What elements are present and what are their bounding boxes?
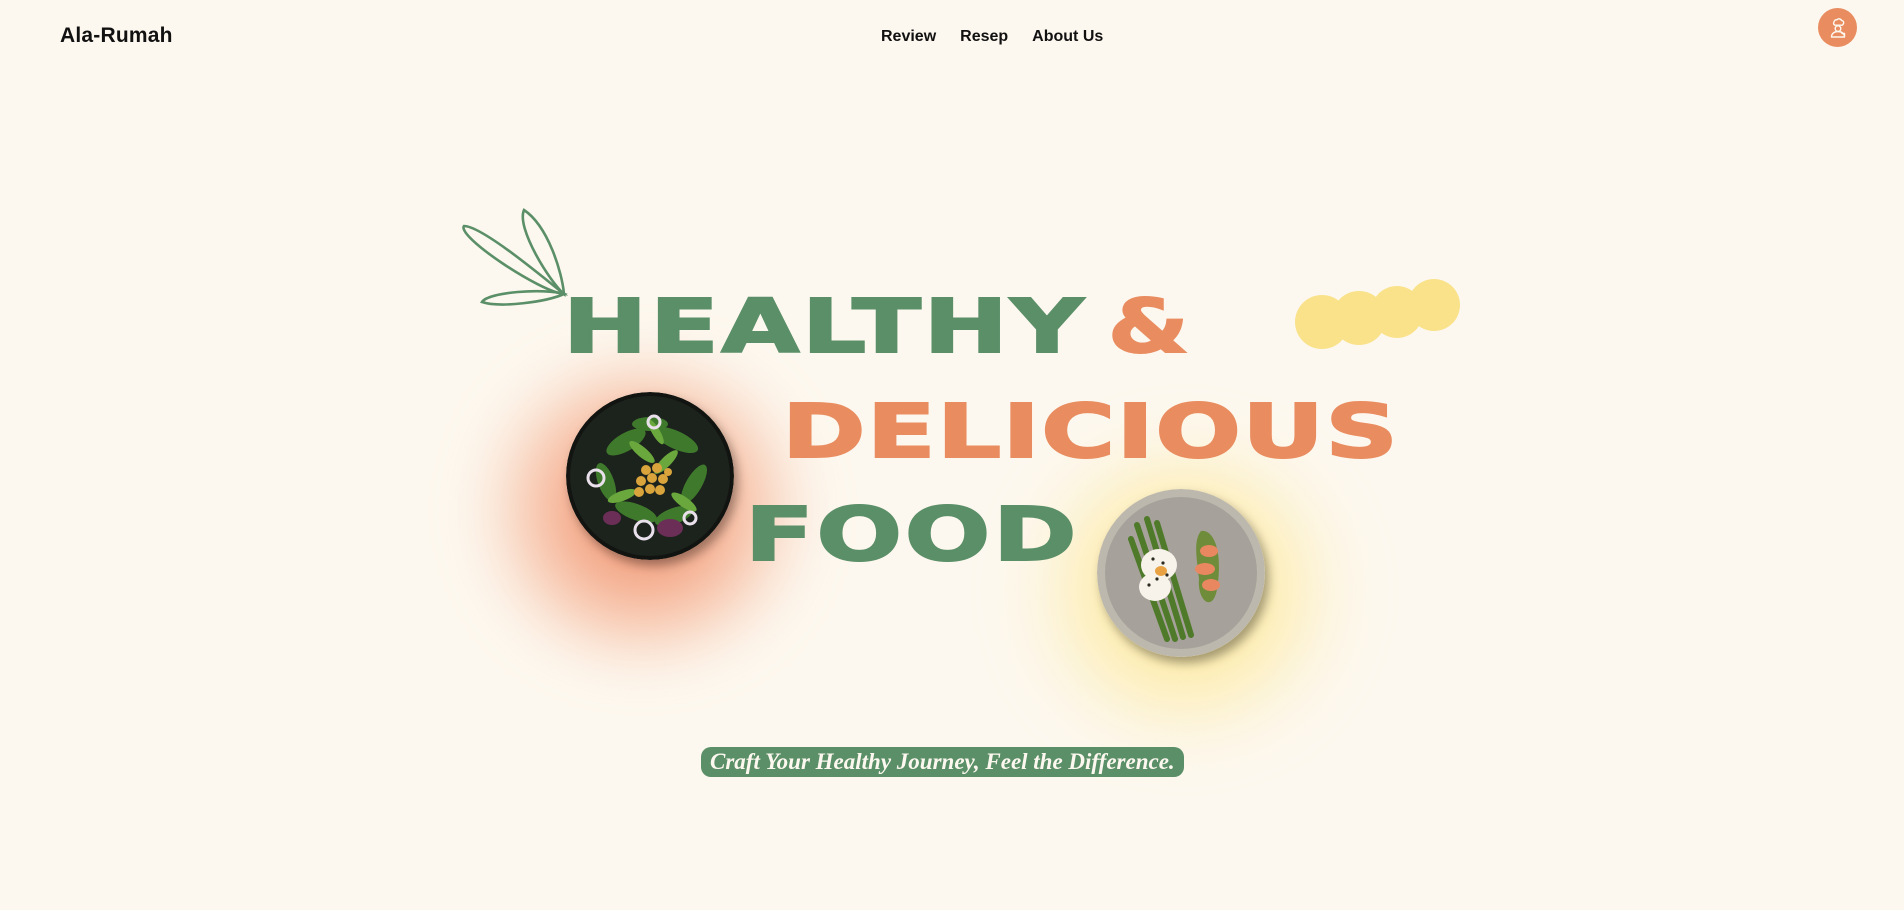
- asparagus-plate-image: [1097, 489, 1265, 657]
- nav-about-us[interactable]: About Us: [1032, 28, 1103, 46]
- headline-ampersand: &: [1107, 284, 1190, 370]
- profile-avatar-button[interactable]: [1818, 8, 1857, 47]
- headline-delicious: DELICIOUS: [781, 389, 1400, 475]
- brand-logo[interactable]: Ala-Rumah: [60, 24, 173, 48]
- leaf-doodle: [462, 208, 569, 306]
- chef-icon: [1830, 17, 1845, 38]
- cloud-shape: [1295, 279, 1460, 349]
- nav-resep[interactable]: Resep: [960, 28, 1008, 46]
- headline-healthy: HEALTHY: [562, 284, 1087, 370]
- nav-review[interactable]: Review: [881, 28, 936, 46]
- headline-food: FOOD: [744, 492, 1080, 578]
- hero-tagline: Craft Your Healthy Journey, Feel the Dif…: [701, 747, 1184, 777]
- main-nav: Review Resep About Us: [881, 28, 1103, 46]
- salad-bowl-image: [566, 392, 734, 560]
